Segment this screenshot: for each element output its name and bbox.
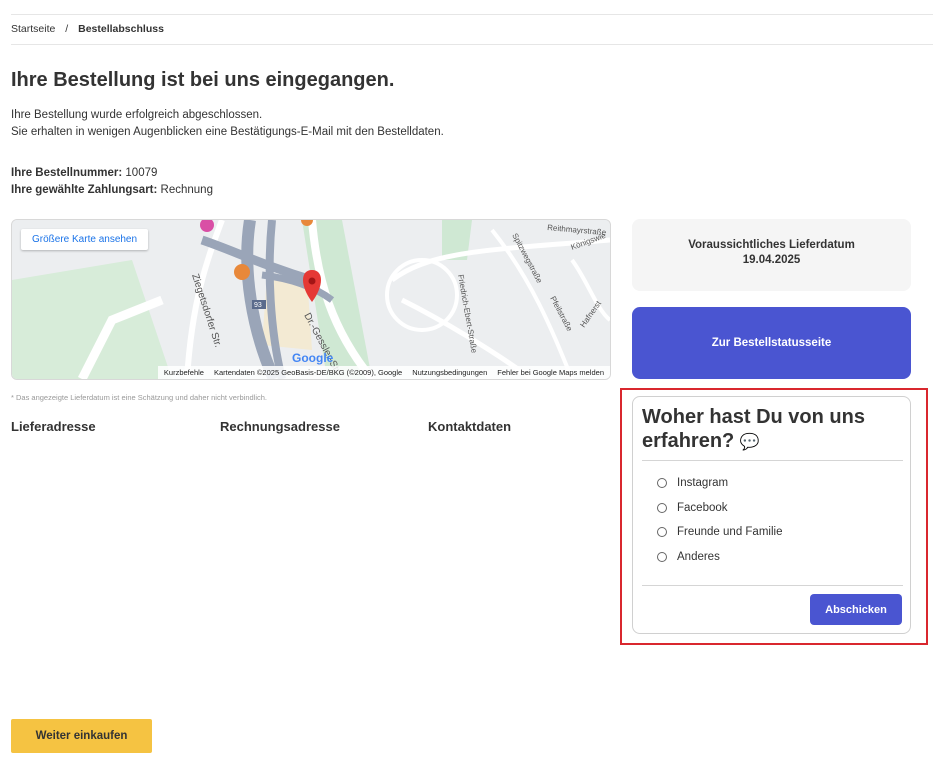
map-footer: Kurzbefehle Kartendaten ©2025 GeoBasis-D… bbox=[157, 366, 610, 379]
map-terms-link[interactable]: Nutzungsbedingungen bbox=[412, 368, 487, 377]
estimated-delivery-box: Voraussichtliches Lieferdatum 19.04.2025 bbox=[632, 219, 911, 291]
survey-option-other[interactable]: Anderes bbox=[657, 551, 720, 563]
survey-card: Woher hast Du von uns erfahren? 💬 Instag… bbox=[632, 396, 911, 634]
map-shortcuts-link[interactable]: Kurzbefehle bbox=[164, 368, 204, 377]
delivery-address-heading: Lieferadresse bbox=[11, 419, 96, 434]
map-label-93: 93 bbox=[254, 302, 262, 309]
payment-method-row: Ihre gewählte Zahlungsart: Rechnung bbox=[11, 182, 213, 199]
order-number-label: Ihre Bestellnummer: bbox=[11, 167, 123, 179]
chat-bubbles-icon: 💬 bbox=[739, 434, 760, 451]
delivery-date-note: * Das angezeigte Lieferdatum ist eine Sc… bbox=[11, 393, 267, 402]
confirmation-line-1: Ihre Bestellung wurde erfolgreich abgesc… bbox=[11, 109, 263, 121]
payment-method-label: Ihre gewählte Zahlungsart: bbox=[11, 184, 158, 196]
survey-option-facebook[interactable]: Facebook bbox=[657, 502, 728, 514]
breadcrumb-current: Bestellabschluss bbox=[78, 23, 164, 35]
continue-shopping-button[interactable]: Weiter einkaufen bbox=[11, 719, 152, 753]
survey-option-instagram[interactable]: Instagram bbox=[657, 477, 728, 489]
billing-address-heading: Rechnungsadresse bbox=[220, 419, 340, 434]
survey-divider-bottom bbox=[642, 585, 903, 586]
survey-title-line-2: erfahren? 💬 bbox=[642, 429, 865, 455]
survey-option-friends-family[interactable]: Freunde und Familie bbox=[657, 526, 782, 538]
contact-data-heading: Kontaktdaten bbox=[428, 419, 512, 434]
radio-instagram[interactable] bbox=[657, 478, 667, 488]
breadcrumb-divider bbox=[11, 44, 933, 45]
breadcrumb: Startseite / Bestellabschluss bbox=[11, 23, 164, 35]
order-info: Ihre Bestellnummer: 10079 Ihre gewählte … bbox=[11, 165, 213, 199]
map-report-link[interactable]: Fehler bei Google Maps melden bbox=[497, 368, 604, 377]
restaurant-icon[interactable] bbox=[234, 264, 250, 280]
order-status-button[interactable]: Zur Bestellstatusseite bbox=[632, 307, 911, 379]
larger-map-link[interactable]: Größere Karte ansehen bbox=[21, 229, 149, 250]
confirmation-message: Ihre Bestellung wurde erfolgreich abgesc… bbox=[11, 107, 444, 141]
order-number-row: Ihre Bestellnummer: 10079 bbox=[11, 165, 213, 182]
top-divider bbox=[11, 14, 933, 15]
delivery-date-value: 19.04.2025 bbox=[742, 254, 801, 266]
breadcrumb-home-link[interactable]: Startseite bbox=[11, 23, 55, 35]
survey-title: Woher hast Du von uns erfahren? 💬 bbox=[642, 405, 865, 455]
google-logo: Google bbox=[292, 351, 334, 365]
option-label-facebook: Facebook bbox=[677, 502, 728, 514]
option-label-friends-family: Freunde und Familie bbox=[677, 526, 783, 538]
option-label-other: Anderes bbox=[677, 551, 720, 563]
survey-submit-button[interactable]: Abschicken bbox=[810, 594, 902, 625]
survey-title-line-2-text: erfahren? bbox=[642, 430, 735, 452]
page-title: Ihre Bestellung ist bei uns eingegangen. bbox=[11, 69, 395, 91]
order-number-value: 10079 bbox=[125, 167, 158, 179]
survey-divider-top bbox=[642, 460, 903, 461]
delivery-date-label: Voraussichtliches Lieferdatum bbox=[688, 239, 855, 251]
radio-friends-family[interactable] bbox=[657, 527, 667, 537]
option-label-instagram: Instagram bbox=[677, 477, 729, 489]
radio-other[interactable] bbox=[657, 552, 667, 562]
payment-method-value: Rechnung bbox=[160, 184, 213, 196]
map-embed[interactable]: 93 Ziegetsdorfer Str. Dr.-Gessler-Str. F… bbox=[11, 219, 611, 380]
survey-title-line-1: Woher hast Du von uns bbox=[642, 406, 865, 428]
map-data-attribution: Kartendaten ©2025 GeoBasis-DE/BKG (©2009… bbox=[213, 368, 403, 377]
radio-facebook[interactable] bbox=[657, 503, 667, 513]
breadcrumb-separator: / bbox=[65, 23, 69, 35]
confirmation-line-2: Sie erhalten in wenigen Augenblicken ein… bbox=[11, 126, 444, 138]
